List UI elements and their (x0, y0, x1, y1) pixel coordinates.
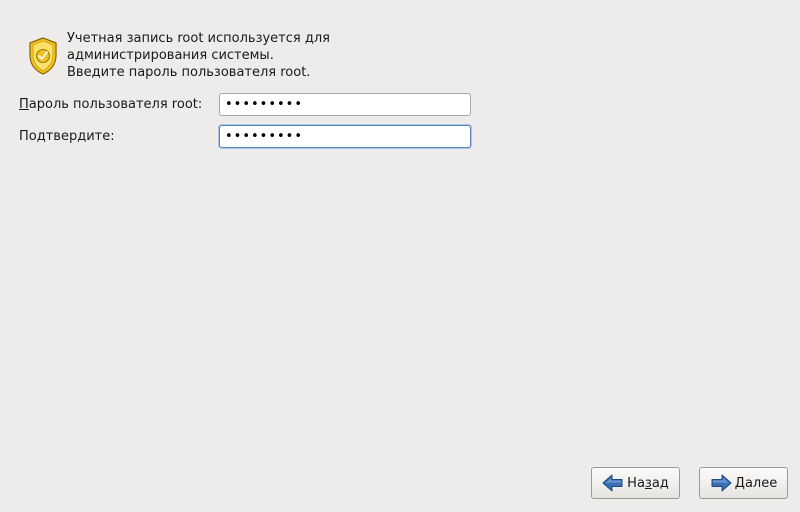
back-button[interactable]: Назад (591, 467, 680, 499)
confirm-password-field[interactable] (219, 125, 471, 148)
security-badge-icon (29, 37, 57, 75)
next-button-label: Далее (734, 475, 778, 491)
password-label-mnemonic: П (19, 97, 29, 112)
arrow-left-icon (602, 474, 623, 492)
password-label-text: ароль пользователя root: (28, 97, 203, 112)
confirm-label-mnemonic: д (77, 129, 87, 144)
password-label: Пароль пользователя root: (19, 96, 202, 113)
intro-line-1: Учетная запись root используется для (67, 31, 330, 46)
intro-line-2: администрирования системы. (67, 48, 274, 63)
root-password-field[interactable] (219, 93, 471, 116)
confirm-label-post: ите: (86, 129, 115, 144)
back-button-label: Назад (627, 475, 669, 491)
next-button[interactable]: Далее (699, 467, 788, 499)
confirm-label: Подтвердите: (19, 128, 115, 145)
arrow-right-icon (711, 474, 732, 492)
confirm-label-pre: Подтвер (19, 129, 78, 144)
intro-line-3: Введите пароль пользователя root. (67, 65, 311, 80)
intro-text: Учетная запись root используется для адм… (67, 30, 330, 81)
